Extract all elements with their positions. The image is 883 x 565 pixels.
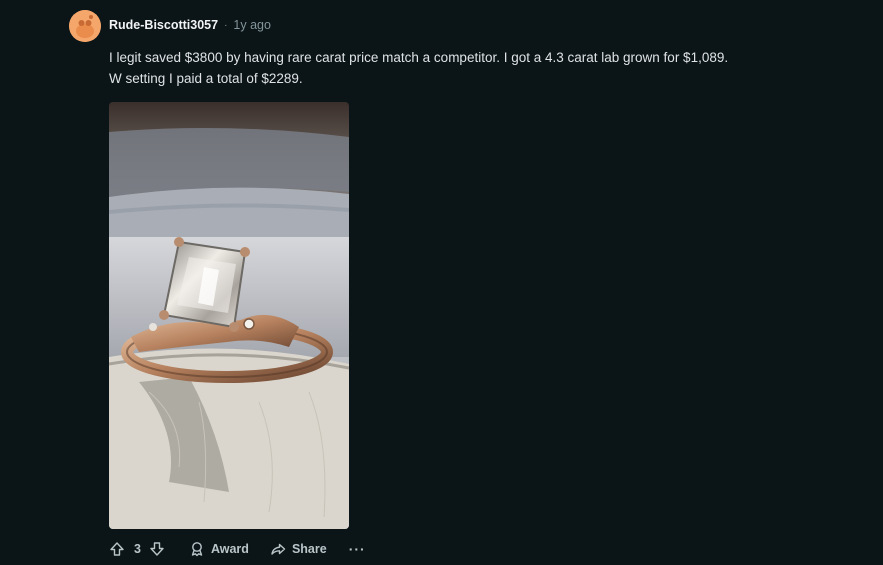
- vote-group: 3: [106, 538, 168, 560]
- comment-image[interactable]: [109, 102, 349, 529]
- timestamp[interactable]: 1y ago: [233, 18, 271, 32]
- more-options-button[interactable]: ···: [349, 541, 366, 557]
- comment-meta: Rude-Biscotti3057 · 1y ago: [109, 15, 271, 35]
- ring-photo: [109, 102, 349, 529]
- vote-score: 3: [134, 542, 141, 556]
- comment-line-2: W setting I paid a total of $2289.: [109, 71, 303, 86]
- snoo-avatar-icon: [69, 10, 101, 42]
- arrow-up-icon[interactable]: [106, 538, 128, 560]
- author-name[interactable]: Rude-Biscotti3057: [109, 18, 218, 32]
- share-button[interactable]: Share: [267, 538, 327, 560]
- award-button[interactable]: Award: [186, 538, 249, 560]
- comment-actions: 3 Award Share ···: [106, 537, 366, 561]
- comment-line-1: I legit saved $3800 by having rare carat…: [109, 50, 729, 65]
- share-label: Share: [291, 542, 327, 556]
- comment-body: I legit saved $3800 by having rare carat…: [109, 47, 829, 89]
- award-icon: [186, 538, 208, 560]
- meta-separator: ·: [224, 19, 228, 31]
- share-icon: [267, 538, 289, 560]
- arrow-down-icon[interactable]: [146, 538, 168, 560]
- award-label: Award: [210, 542, 249, 556]
- avatar[interactable]: [69, 10, 101, 42]
